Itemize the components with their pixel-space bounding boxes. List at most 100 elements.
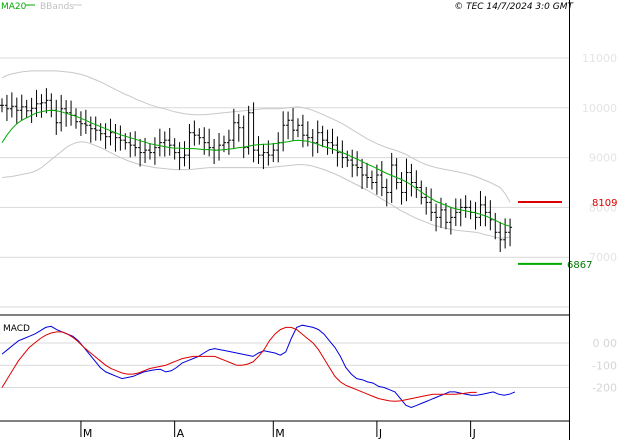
ohlc-bar <box>345 150 350 168</box>
ohlc-bar <box>468 200 473 220</box>
ohlc-bar <box>9 92 14 118</box>
ohlc-bar <box>182 141 187 167</box>
ohlc-bar <box>463 195 468 218</box>
ohlc-bar <box>226 129 231 155</box>
ohlc-bar <box>24 99 29 118</box>
ohlc-bar <box>443 202 448 230</box>
ohlc-bar <box>369 170 374 190</box>
ohlc-bar <box>483 196 488 227</box>
ohlc-bar <box>157 128 162 157</box>
ohlc-bar <box>453 198 458 227</box>
ohlc-bar <box>394 158 399 190</box>
ohlc-bar <box>355 151 360 177</box>
ohlc-bar <box>44 88 49 114</box>
ohlc-bar <box>231 108 236 149</box>
ohlc-bar <box>138 138 143 167</box>
bollinger-lower-line <box>1 141 511 239</box>
ohlc-bar <box>236 114 241 142</box>
ohlc-bar <box>261 143 266 170</box>
price-y-tick-label: 7000 <box>589 251 617 264</box>
macd-line <box>1 324 516 409</box>
ohlc-bar <box>212 138 217 165</box>
ohlc-bar <box>320 125 325 148</box>
legend-ma20: MA20 <box>1 2 27 12</box>
copyright-text: © TEC 14/7/2024 3:0 GMT <box>454 2 574 12</box>
price-y-tick-label: 11000 <box>582 52 617 65</box>
macd-y-tick-label: -200 <box>592 382 617 395</box>
ohlc-bar <box>133 131 138 157</box>
ohlc-bar <box>409 163 414 197</box>
ohlc-bar <box>59 94 64 132</box>
ma20-line <box>1 109 511 227</box>
ohlc-bar <box>217 132 222 161</box>
ohlc-bars <box>0 88 513 252</box>
legend-bbands: BBands <box>40 2 74 12</box>
ohlc-bar <box>167 127 172 156</box>
ohlc-bar <box>0 98 4 113</box>
ohlc-bar <box>286 111 291 140</box>
ohlc-bar <box>379 161 384 197</box>
ohlc-bar <box>503 218 508 249</box>
ohlc-bar <box>429 188 434 222</box>
x-axis: MAMJJ <box>0 420 569 440</box>
x-tick-label: M <box>275 427 285 440</box>
ohlc-bar <box>73 108 78 129</box>
ohlc-bar <box>241 115 246 159</box>
ohlc-bar <box>325 129 330 155</box>
ohlc-bar <box>162 131 167 157</box>
ohlc-bar <box>88 116 93 143</box>
ohlc-bar <box>360 158 365 189</box>
macd-y-tick-label: -100 <box>592 359 617 372</box>
ohlc-bar <box>493 212 498 240</box>
ohlc-bar <box>83 109 88 134</box>
resistance-label: 8109 <box>592 198 617 209</box>
ohlc-bar <box>508 218 513 247</box>
ohlc-bar <box>424 186 429 215</box>
ohlc-bar <box>389 152 394 203</box>
ohlc-bar <box>93 116 98 141</box>
macd-y-tick-labels: 0 00 -100 -200 <box>592 337 617 395</box>
ohlc-bar <box>271 143 276 163</box>
ma20-line-group <box>1 109 511 227</box>
price-panel: 1100010000900080007000 81096867 <box>0 52 617 308</box>
ohlc-bar <box>128 132 133 158</box>
ohlc-bar <box>439 197 444 228</box>
macd-y-tick-label: 0 00 <box>593 337 618 350</box>
chart-header: MA20 BBands © TEC 14/7/2024 3:0 GMT <box>1 2 575 12</box>
x-tick-label: J <box>378 427 382 440</box>
signal-line <box>1 326 477 402</box>
ohlc-bar <box>305 121 310 147</box>
ohlc-bar <box>207 128 212 157</box>
ohlc-bar <box>177 142 182 170</box>
ohlc-bar <box>197 128 202 145</box>
ohlc-bar <box>118 125 123 151</box>
ohlc-bar <box>448 206 453 235</box>
ohlc-bar <box>49 93 54 118</box>
ohlc-bar <box>291 108 296 141</box>
ohlc-bar <box>152 137 157 165</box>
ohlc-bar <box>281 111 286 152</box>
ohlc-bar <box>187 123 192 170</box>
ohlc-bar <box>404 158 409 202</box>
ohlc-bar <box>29 97 34 123</box>
x-tick-label: J <box>472 427 476 440</box>
ohlc-bar <box>315 120 320 154</box>
ohlc-bar <box>14 97 19 125</box>
ohlc-bar <box>256 136 261 164</box>
ohlc-bar <box>54 99 59 135</box>
macd-lines <box>1 324 516 409</box>
ohlc-bar <box>365 162 370 188</box>
ohlc-bar <box>473 201 478 230</box>
macd-panel: 0 00 -100 -200 MACD <box>0 324 617 409</box>
ohlc-bar <box>192 120 197 146</box>
ohlc-bar <box>399 172 404 205</box>
ohlc-bar <box>498 221 503 252</box>
ohlc-bar <box>300 114 305 148</box>
ohlc-bar <box>69 100 74 126</box>
ohlc-bar <box>478 190 483 227</box>
ohlc-bar <box>251 102 256 163</box>
support-label: 6867 <box>567 260 592 271</box>
ohlc-bar <box>458 198 463 227</box>
x-tick-label: M <box>83 427 93 440</box>
bollinger-upper-line <box>1 70 511 203</box>
